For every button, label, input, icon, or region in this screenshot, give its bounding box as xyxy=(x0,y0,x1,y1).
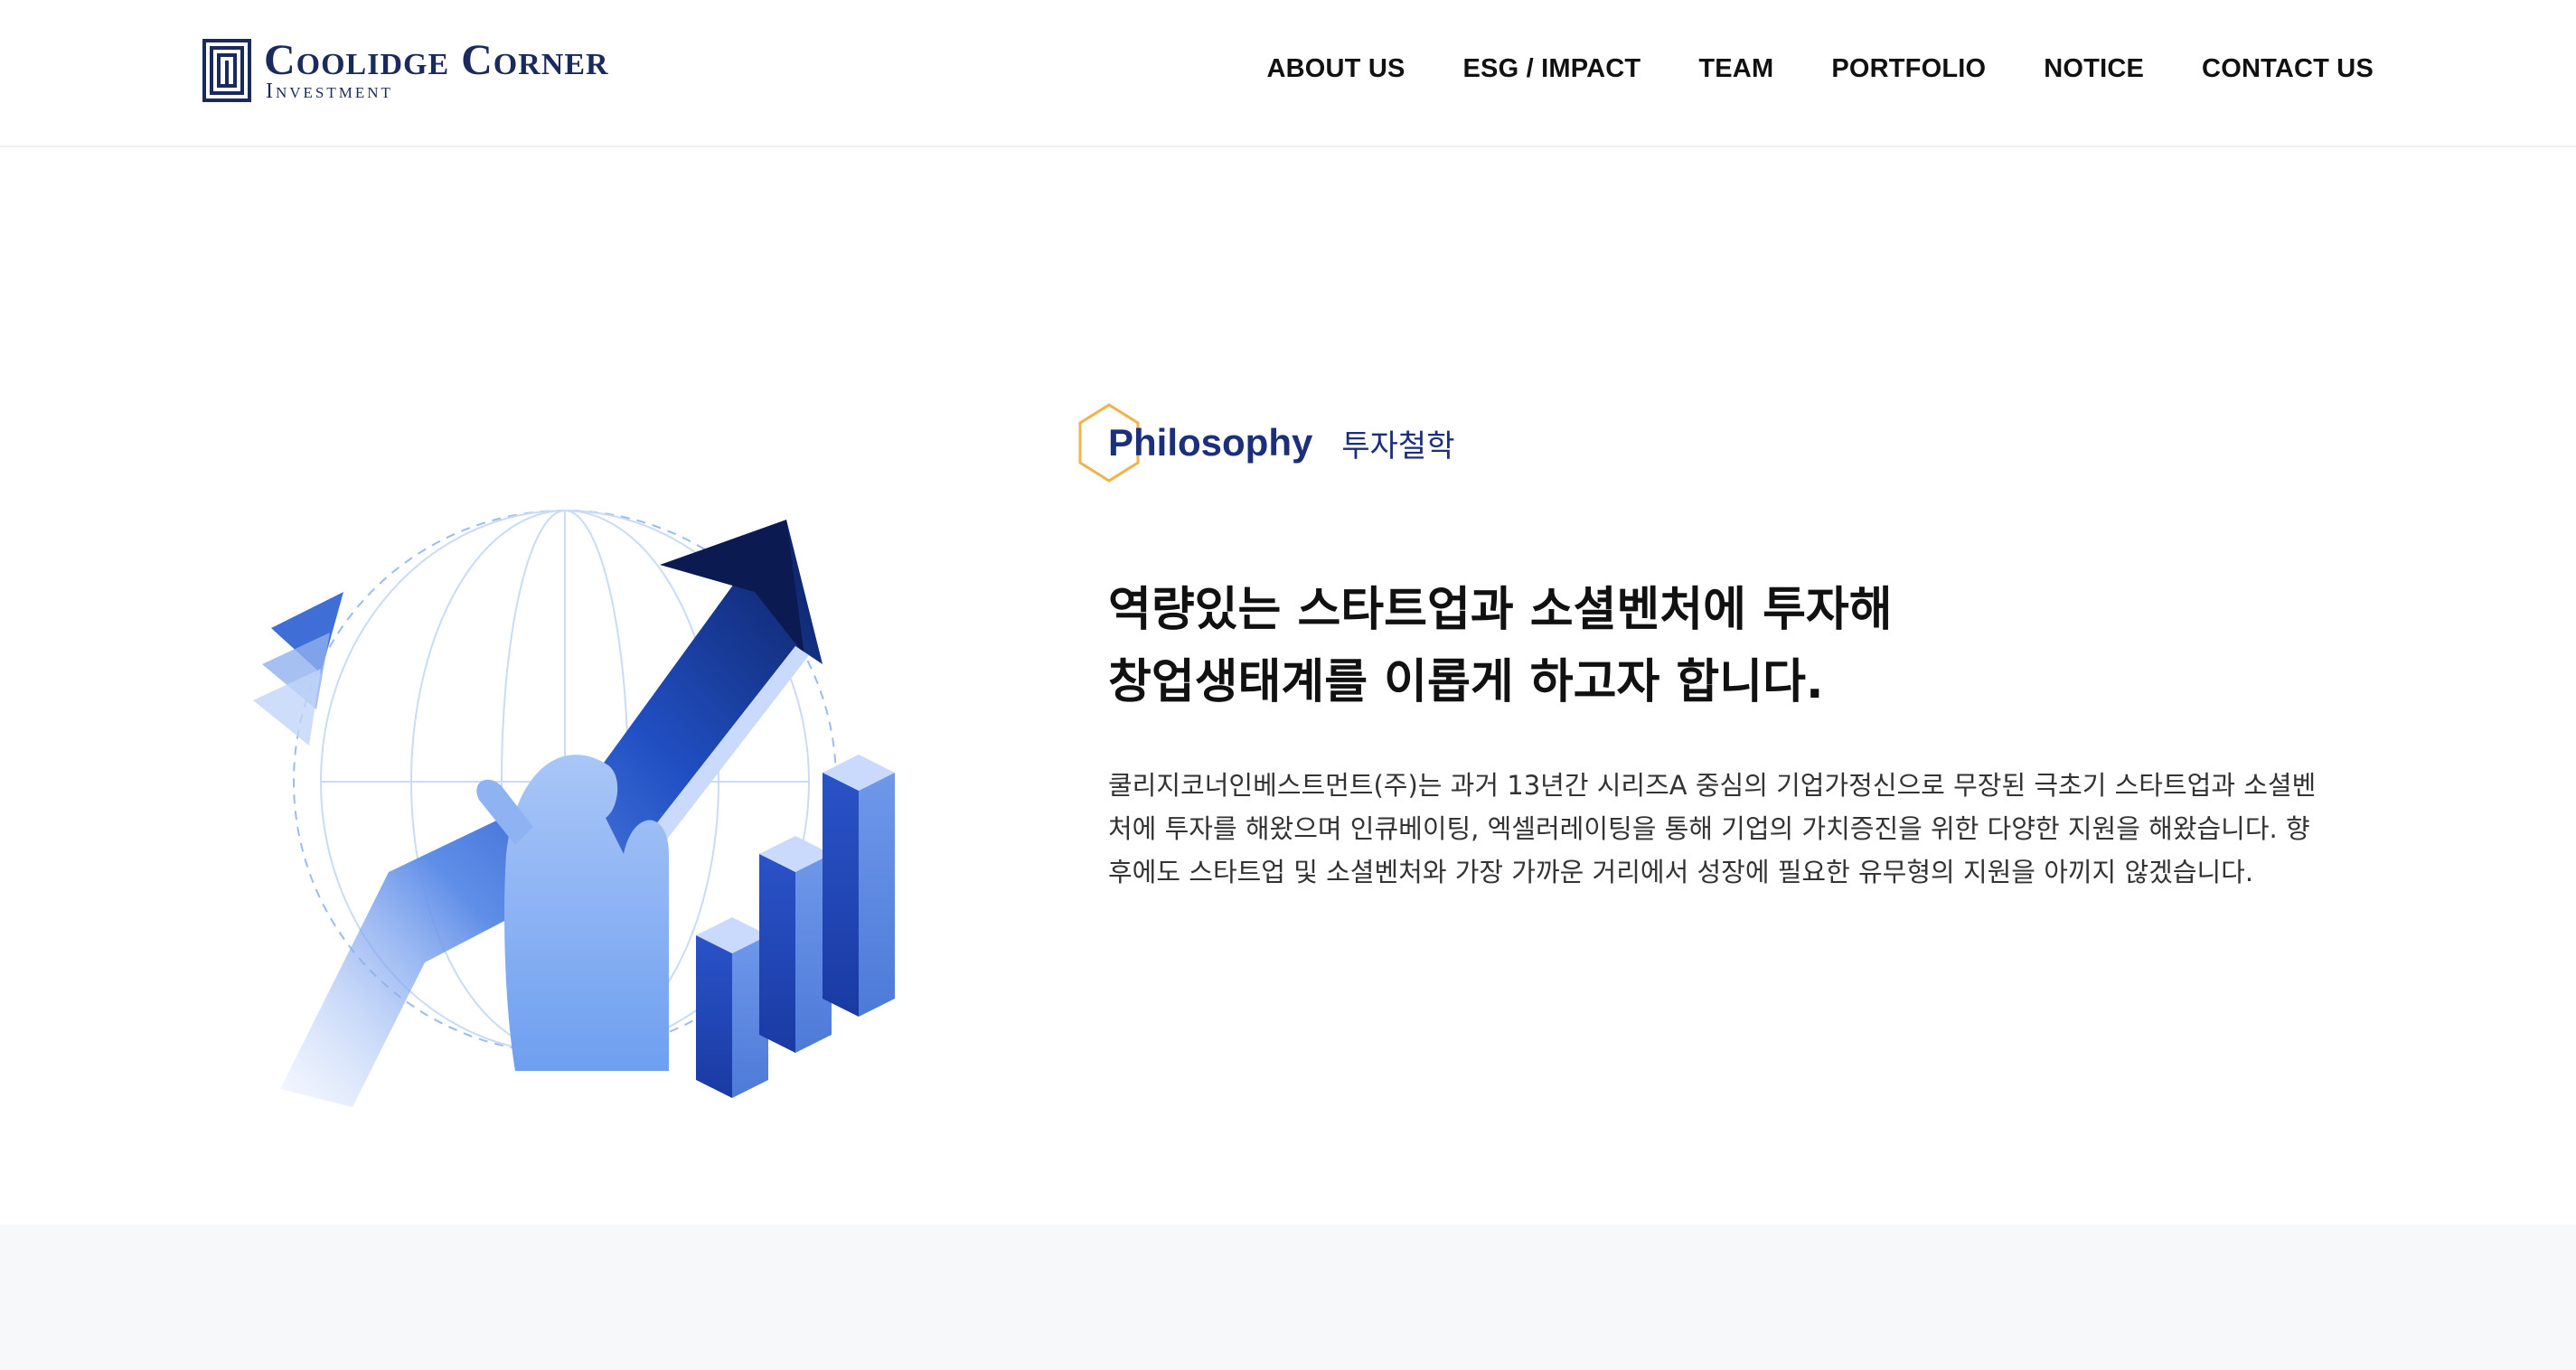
philosophy-section: Philosophy 투자철학 역량있는 스타트업과 소셜벤처에 투자해 창업생… xyxy=(0,149,2576,1225)
logo-mark-icon xyxy=(202,39,251,102)
logo-main-text: Coolidge Corner xyxy=(264,36,609,84)
main-nav: ABOUT US ESG / IMPACT TEAM PORTFOLIO NOT… xyxy=(1266,54,2374,84)
philosophy-content: Philosophy 투자철학 역량있는 스타트업과 소셜벤처에 투자해 창업생… xyxy=(1077,402,2343,894)
logo-sub-text: Investment xyxy=(266,80,393,103)
nav-contact-us[interactable]: CONTACT US xyxy=(2202,54,2374,84)
site-header: Coolidge Corner Investment ABOUT US ESG … xyxy=(0,0,2576,147)
headline-line-1: 역량있는 스타트업과 소셜벤처에 투자해 xyxy=(1108,583,1893,637)
nav-notice[interactable]: NOTICE xyxy=(2044,54,2144,84)
growth-chart-illustration xyxy=(253,510,895,1107)
logo[interactable]: Coolidge Corner Investment xyxy=(202,38,609,103)
section-label: Philosophy 투자철학 xyxy=(1077,402,2343,483)
section-label-en: Philosophy xyxy=(1108,421,1313,464)
nav-team[interactable]: TEAM xyxy=(1698,54,1773,84)
nav-about-us[interactable]: ABOUT US xyxy=(1266,54,1405,84)
description: 쿨리지코너인베스트먼트(주)는 과거 13년간 시리즈A 중심의 기업가정신으로… xyxy=(1108,770,2317,887)
section-label-ko: 투자철학 xyxy=(1341,427,1455,464)
logo-text: Coolidge Corner Investment xyxy=(264,36,609,103)
headline-line-2: 창업생태계를 이롭게 하고자 합니다. xyxy=(1108,655,1824,709)
headline: 역량있는 스타트업과 소셜벤처에 투자해 창업생태계를 이롭게 하고자 합니다. xyxy=(1108,574,2343,718)
nav-esg-impact[interactable]: ESG / IMPACT xyxy=(1463,54,1641,84)
next-section-band xyxy=(0,1225,2576,1370)
nav-portfolio[interactable]: PORTFOLIO xyxy=(1831,54,1986,84)
